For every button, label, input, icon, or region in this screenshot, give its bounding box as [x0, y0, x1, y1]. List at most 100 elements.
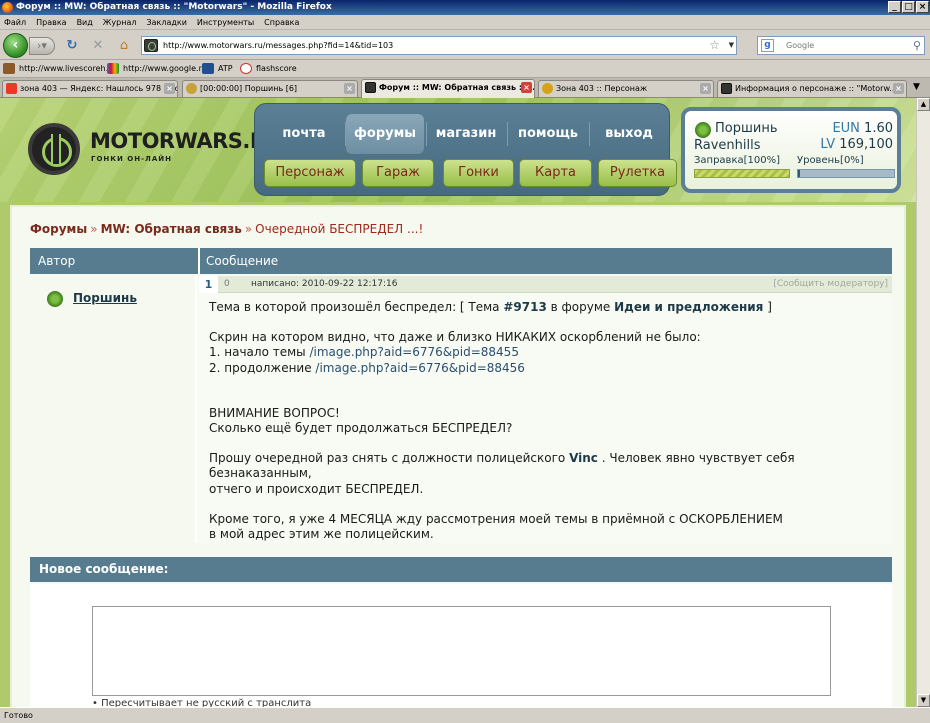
window-titlebar: Форум :: MW: Обратная связь :: "Motorwar…	[0, 0, 930, 15]
tab-forum[interactable]: Форум :: MW: Обратная связь :: "... ×	[361, 79, 535, 98]
post-text: в форуме	[546, 300, 615, 314]
post-text: Кроме того, я уже 4 МЕСЯЦА жду рассмотре…	[209, 511, 783, 526]
fuel-bar	[694, 169, 790, 178]
minimize-button[interactable]: _	[888, 1, 901, 13]
maximize-button[interactable]: □	[902, 1, 915, 13]
logo-subtitle: ГОНКИ ОН-ЛАЙН	[91, 155, 172, 163]
google-icon[interactable]: g	[761, 39, 774, 52]
tab-bar: зона 403 — Яндекс: Нашлось 978 тыс... × […	[0, 78, 930, 98]
menu-view[interactable]: Вид	[73, 15, 99, 30]
main-navigation: почта форумы магазин помощь выход Персон…	[254, 103, 677, 196]
post-text: Скрин на котором видно, что даже и близк…	[209, 330, 701, 345]
column-author: Автор	[38, 254, 76, 268]
user-name[interactable]: Поршинь	[715, 121, 778, 136]
address-bar[interactable]: http://www.motorwars.ru/messages.php?fid…	[141, 36, 737, 55]
breadcrumb-section[interactable]: MW: Обратная связь	[101, 222, 242, 236]
bookmark-livescore[interactable]: http://www.livescoreh...	[3, 61, 113, 77]
back-button[interactable]: ‹	[3, 33, 28, 58]
post-text: ]	[763, 300, 772, 314]
tab-label: Информация о персонаже :: "Motorw...	[735, 84, 897, 93]
nav-help[interactable]: помощь	[509, 114, 587, 154]
menu-bookmarks[interactable]: Закладки	[142, 15, 192, 30]
site-favicon-icon	[365, 82, 376, 93]
tab-porshin[interactable]: [00:00:00] Поршинь [6] ×	[182, 80, 358, 97]
menu-tools[interactable]: Инструменты	[193, 15, 260, 30]
close-tab-icon[interactable]: ×	[700, 83, 711, 94]
subnav-roulette[interactable]: Рулетка	[598, 159, 677, 187]
post-date: написано: 2010-09-22 12:17:16	[251, 279, 398, 289]
nav-forums[interactable]: форумы	[346, 114, 424, 154]
yandex-icon	[6, 83, 17, 94]
post-number[interactable]: 1	[199, 276, 218, 293]
subnav-map[interactable]: Карта	[519, 159, 592, 187]
lv-label: LV	[820, 137, 836, 152]
post-message-cell: 1 0 написано: 2010-09-22 12:17:16 [Сообщ…	[199, 276, 892, 543]
close-tab-icon[interactable]: ×	[164, 83, 175, 94]
status-bar: Готово	[0, 707, 930, 723]
nav-shop[interactable]: магазин	[427, 114, 505, 154]
search-input[interactable]: Google	[786, 37, 814, 54]
breadcrumb-current[interactable]: Очередной БЕСПРЕДЕЛ ...!	[255, 222, 423, 236]
subnav-races[interactable]: Гонки	[443, 159, 514, 187]
site-header: MOTORWARS.RU ГОНКИ ОН-ЛАЙН почта форумы …	[0, 98, 916, 202]
stop-icon[interactable]: ✕	[90, 38, 106, 54]
tab-list-icon[interactable]: ▼	[913, 82, 920, 92]
breadcrumb-forums[interactable]: Форумы	[30, 222, 87, 236]
site-favicon-icon	[144, 39, 158, 52]
search-icon[interactable]: ⚲	[913, 37, 921, 54]
tab-label: зона 403 — Яндекс: Нашлось 978 тыс...	[20, 84, 178, 93]
post-author-link[interactable]: Поршинь	[73, 291, 137, 305]
bookmark-star-icon[interactable]: ☆	[709, 37, 720, 54]
nav-mail[interactable]: почта	[265, 114, 343, 154]
bookmarks-bar: http://www.livescoreh... http://www.goog…	[0, 61, 930, 78]
close-tab-icon[interactable]: ×	[893, 83, 904, 94]
google-icon	[107, 63, 119, 74]
bookmark-google[interactable]: http://www.google.ru/	[107, 61, 210, 77]
forward-button[interactable]: ›▾	[29, 37, 55, 55]
post-text: Тема в которой произошёл беспредел: [ Те…	[209, 300, 504, 314]
atp-icon	[202, 63, 214, 74]
post-text: 2. продолжение	[209, 360, 316, 375]
close-tab-icon[interactable]: ×	[344, 83, 355, 94]
radiation-icon	[542, 83, 553, 94]
reload-icon[interactable]: ↻	[64, 38, 80, 54]
search-box[interactable]: g Google ⚲	[757, 36, 925, 55]
scroll-down-icon[interactable]: ▼	[917, 694, 930, 707]
menu-file[interactable]: Файл	[0, 15, 32, 30]
user-link-vinc[interactable]: Vinc	[569, 451, 598, 465]
forum-link[interactable]: Идеи и предложения	[614, 300, 763, 314]
menu-help[interactable]: Справка	[260, 15, 305, 30]
tab-yandex[interactable]: зона 403 — Яндекс: Нашлось 978 тыс... ×	[2, 80, 178, 97]
close-window-button[interactable]: ×	[916, 1, 929, 13]
tab-character-info[interactable]: Информация о персонаже :: "Motorw... ×	[717, 80, 907, 97]
eun-balance: EUN 1.60	[832, 121, 893, 136]
tab-zone403[interactable]: Зона 403 :: Персонаж ×	[538, 80, 714, 97]
image-link-2[interactable]: /image.php?aid=6776&pid=88456	[315, 361, 525, 375]
image-link-1[interactable]: /image.php?aid=6776&pid=88455	[309, 345, 519, 359]
subnav-garage[interactable]: Гараж	[362, 159, 434, 187]
menu-bar: Файл Правка Вид Журнал Закладки Инструменты Сп…	[0, 15, 930, 30]
user-city: Ravenhills	[694, 138, 761, 153]
topic-link[interactable]: #9713	[503, 300, 546, 314]
scroll-up-icon[interactable]: ▲	[917, 98, 930, 111]
chevron-down-icon[interactable]: ▼	[729, 37, 734, 54]
post-author-cell: Поршинь	[30, 276, 197, 543]
eun-value: 1.60	[864, 121, 893, 136]
bookmark-atp[interactable]: ATP	[202, 61, 233, 77]
subnav-character[interactable]: Персонаж	[264, 159, 356, 187]
post-text: Прошу очередной раз снять с должности по…	[209, 451, 570, 466]
vertical-scrollbar[interactable]: ▲ ▼	[916, 98, 930, 707]
report-moderator-link[interactable]: [Сообщить модератору]	[773, 276, 888, 293]
motorwars-logo-icon[interactable]	[28, 123, 80, 175]
close-tab-icon[interactable]: ×	[521, 82, 532, 93]
nav-exit[interactable]: выход	[590, 114, 668, 154]
bookmark-flashscore[interactable]: flashscore	[240, 61, 297, 77]
message-textarea[interactable]	[92, 606, 831, 696]
radiation-icon	[47, 291, 63, 307]
home-icon[interactable]: ⌂	[116, 38, 132, 54]
menu-edit[interactable]: Правка	[32, 15, 72, 30]
post-body: Тема в которой произошёл беспредел: [ Те…	[209, 300, 879, 542]
menu-history[interactable]: Журнал	[99, 15, 143, 30]
bookmark-label: http://www.livescoreh...	[19, 64, 114, 73]
livescore-icon	[3, 63, 15, 74]
